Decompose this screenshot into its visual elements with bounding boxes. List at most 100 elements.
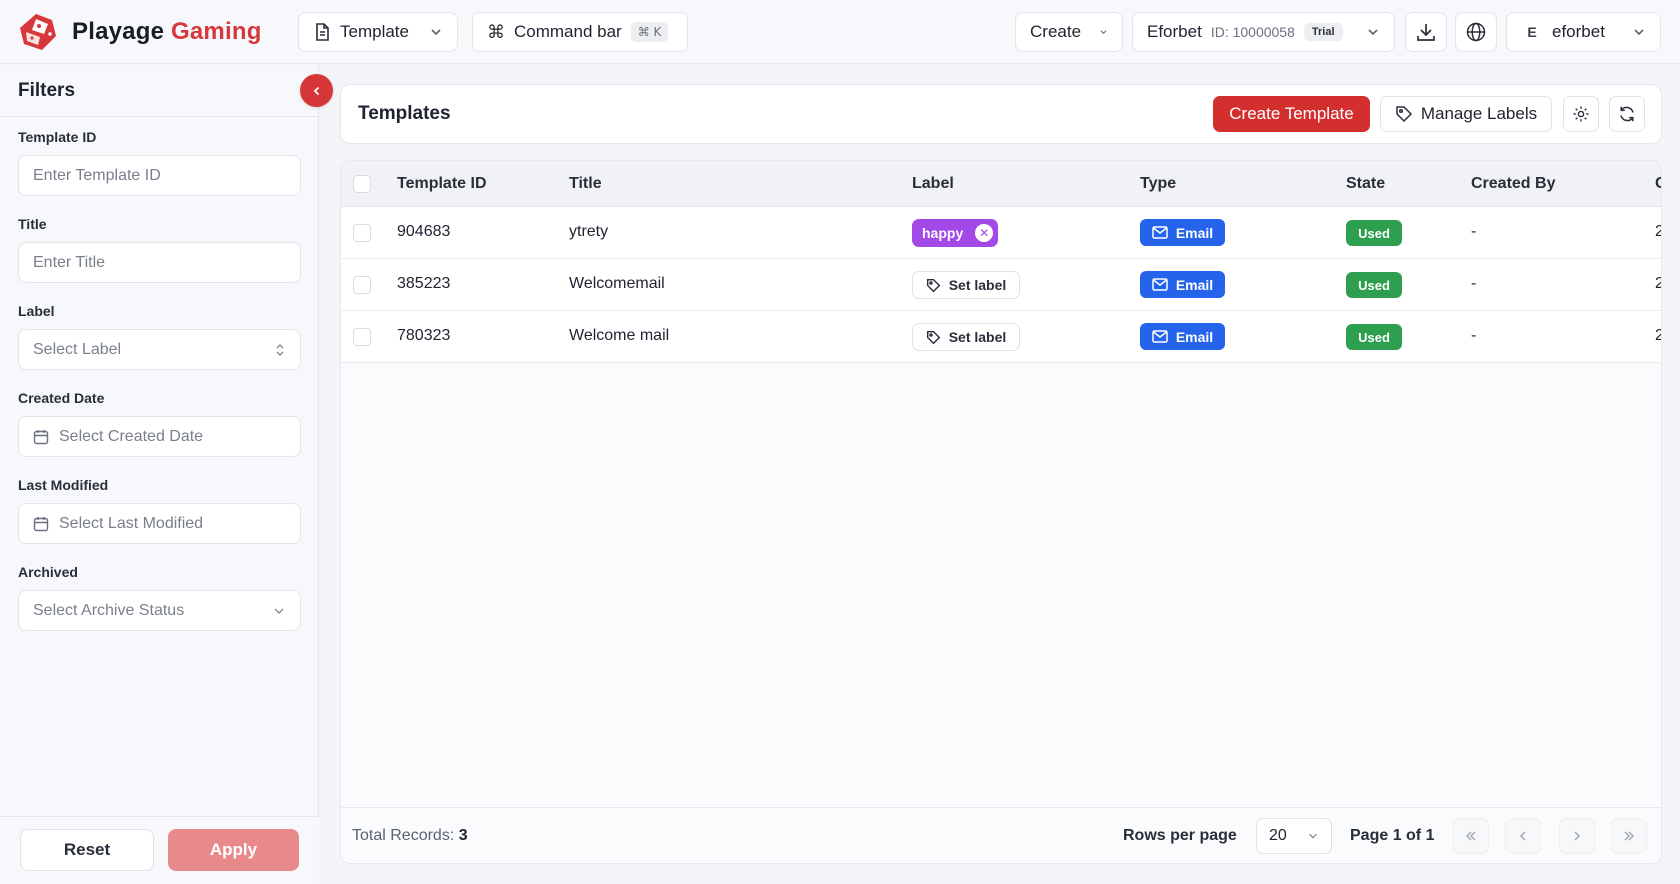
- collapse-sidebar-button[interactable]: [300, 74, 333, 107]
- user-menu-button[interactable]: E eforbet: [1506, 12, 1661, 52]
- remove-label-icon[interactable]: ✕: [975, 224, 994, 242]
- column-header[interactable]: Label: [912, 175, 954, 193]
- created-date-picker[interactable]: Select Created Date: [18, 416, 301, 457]
- templates-header: Templates Create Template Manage Labels: [340, 84, 1662, 144]
- archive-status-select[interactable]: Select Archive Status: [18, 590, 301, 631]
- chevron-right-icon: [1574, 831, 1581, 841]
- tag-icon: [1396, 106, 1412, 123]
- download-icon: [1417, 24, 1435, 41]
- download-button[interactable]: [1405, 12, 1447, 52]
- create-menu-button[interactable]: Create: [1015, 12, 1123, 52]
- set-label-button[interactable]: Set label: [912, 271, 1020, 299]
- title-input[interactable]: Enter Title: [18, 242, 301, 283]
- account-name: Eforbet: [1147, 22, 1202, 41]
- manage-labels-button[interactable]: Manage Labels: [1380, 96, 1552, 132]
- column-header[interactable]: Title: [569, 175, 602, 193]
- shortcut-badge: ⌘ K: [630, 22, 669, 42]
- page-info: Page 1 of 1: [1350, 827, 1435, 844]
- apply-button[interactable]: Apply: [168, 829, 299, 871]
- calendar-icon: [33, 429, 49, 444]
- chevron-left-icon: [1519, 831, 1526, 841]
- account-switcher[interactable]: Eforbet ID: 10000058 Trial: [1132, 12, 1395, 52]
- previous-page-button[interactable]: [1505, 818, 1541, 854]
- tag-icon: [926, 330, 941, 344]
- reset-button[interactable]: Reset: [20, 829, 154, 871]
- mail-icon: [1152, 278, 1168, 291]
- template-id-cell: 385223: [397, 275, 451, 292]
- chevron-down-icon: [1368, 29, 1378, 36]
- calendar-icon: [33, 516, 49, 531]
- table-row[interactable]: 904683 ytrety happy ✕ Email Used - 2: [341, 207, 1661, 259]
- template-id-cell: 780323: [397, 327, 451, 344]
- top-bar: Playage Gaming Template ⌘ Command bar ⌘ …: [0, 0, 1680, 64]
- truncated-cell: 2: [1655, 223, 1661, 241]
- table-row[interactable]: 385223 Welcomemail Set label Email Used …: [341, 259, 1661, 311]
- command-icon: ⌘: [487, 21, 505, 42]
- filters-footer: Reset Apply: [0, 816, 319, 884]
- first-page-button[interactable]: [1453, 818, 1489, 854]
- last-page-button[interactable]: [1611, 818, 1647, 854]
- brand-name: Playage Gaming: [72, 18, 262, 45]
- template-menu-button[interactable]: Template: [298, 12, 458, 52]
- templates-table: Template ID Title Label Type State Creat…: [340, 160, 1662, 864]
- last-modified-picker[interactable]: Select Last Modified: [18, 503, 301, 544]
- account-id: ID: 10000058: [1210, 24, 1295, 40]
- create-template-button[interactable]: Create Template: [1213, 96, 1370, 132]
- gear-icon: [1573, 106, 1589, 122]
- tag-icon: [926, 278, 941, 292]
- chevron-up-down-icon: [276, 343, 284, 356]
- title-cell: Welcome mail: [569, 327, 670, 344]
- user-name: eforbet: [1552, 22, 1605, 41]
- label-badge[interactable]: happy ✕: [912, 219, 999, 247]
- select-all-checkbox[interactable]: [353, 175, 371, 193]
- template-id-label: Template ID: [18, 129, 97, 145]
- globe-icon: [1466, 22, 1486, 42]
- state-badge: Used: [1346, 324, 1402, 350]
- table-header: Template ID Title Label Type State Creat…: [341, 161, 1661, 207]
- label-filter-label: Label: [18, 303, 55, 319]
- page-title: Templates: [358, 103, 451, 124]
- state-badge: Used: [1346, 272, 1402, 298]
- archived-label: Archived: [18, 564, 78, 580]
- next-page-button[interactable]: [1559, 818, 1595, 854]
- column-header[interactable]: Template ID: [397, 175, 487, 193]
- column-header[interactable]: Created By: [1471, 175, 1555, 193]
- template-id-input[interactable]: Enter Template ID: [18, 155, 301, 196]
- chevron-down-icon: [1100, 30, 1107, 35]
- created-by-cell: -: [1471, 223, 1477, 240]
- set-label-button[interactable]: Set label: [912, 323, 1020, 351]
- label-select[interactable]: Select Label: [18, 329, 301, 370]
- document-icon: [313, 23, 331, 41]
- brand-logo[interactable]: Playage Gaming: [16, 12, 262, 52]
- chevrons-left-icon: [1465, 831, 1476, 841]
- template-id-cell: 904683: [397, 223, 451, 240]
- rows-per-page-select[interactable]: 20: [1256, 818, 1332, 854]
- refresh-button[interactable]: [1609, 96, 1645, 132]
- title-label: Title: [18, 216, 47, 232]
- row-checkbox[interactable]: [353, 276, 371, 294]
- title-cell: ytrety: [569, 223, 609, 240]
- column-header[interactable]: C: [1655, 175, 1661, 193]
- title-cell: Welcomemail: [569, 275, 665, 292]
- created-by-cell: -: [1471, 275, 1477, 292]
- last-modified-label: Last Modified: [18, 477, 109, 493]
- command-bar-button[interactable]: ⌘ Command bar ⌘ K: [472, 12, 688, 52]
- column-header[interactable]: Type: [1140, 175, 1176, 193]
- plan-badge: Trial: [1303, 23, 1343, 41]
- truncated-cell: 2: [1655, 275, 1661, 293]
- created-date-label: Created Date: [18, 390, 105, 406]
- chevrons-right-icon: [1624, 831, 1635, 841]
- language-button[interactable]: [1455, 12, 1497, 52]
- column-header[interactable]: State: [1346, 175, 1385, 193]
- settings-button[interactable]: [1563, 96, 1599, 132]
- table-row[interactable]: 780323 Welcome mail Set label Email Used…: [341, 311, 1661, 363]
- row-checkbox[interactable]: [353, 328, 371, 346]
- truncated-cell: 2: [1655, 327, 1661, 345]
- mail-icon: [1152, 226, 1168, 239]
- refresh-icon: [1620, 106, 1634, 122]
- type-badge: Email: [1140, 323, 1225, 350]
- type-badge: Email: [1140, 271, 1225, 298]
- total-records-value: 3: [458, 827, 468, 844]
- row-checkbox[interactable]: [353, 224, 371, 242]
- state-badge: Used: [1346, 220, 1402, 246]
